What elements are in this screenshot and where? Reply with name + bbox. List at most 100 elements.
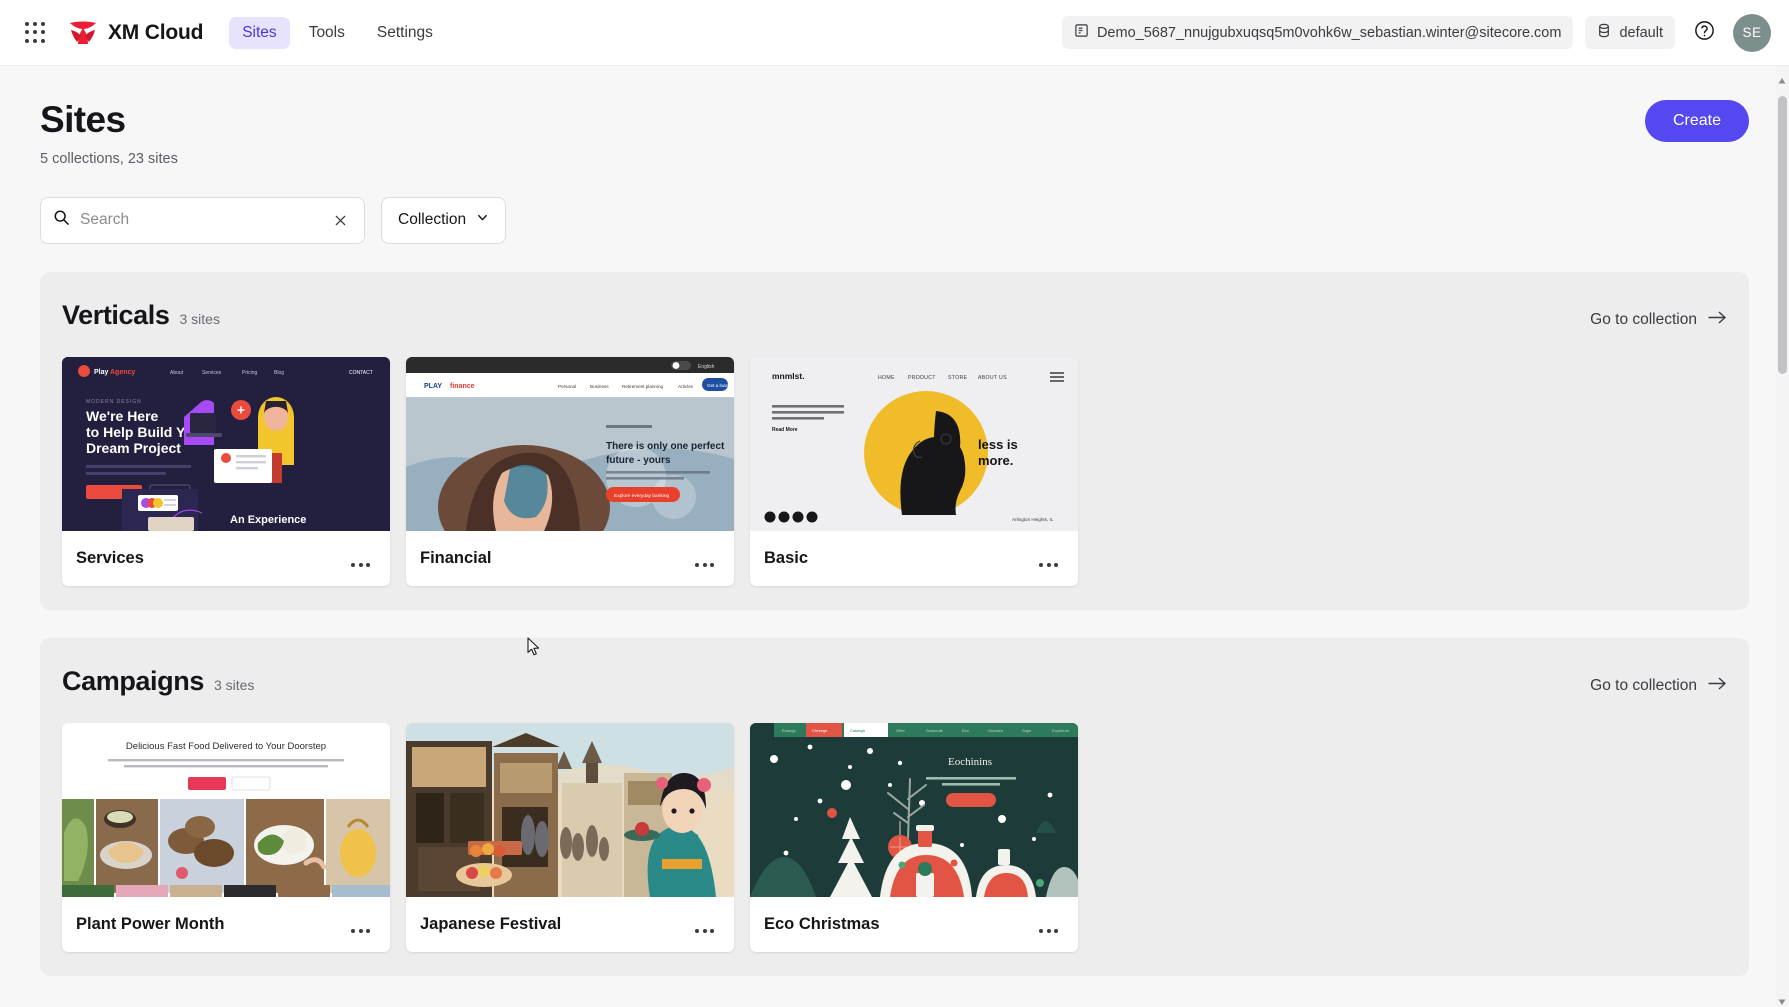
svg-text:Business: Business: [590, 384, 609, 389]
create-button[interactable]: Create: [1645, 100, 1749, 142]
svg-text:Retirement planning: Retirement planning: [622, 384, 664, 389]
nav-tab-settings[interactable]: Settings: [364, 17, 446, 49]
collection-section-verticals: Verticals 3 sites Go to collection: [40, 272, 1749, 610]
page-body: Sites 5 collections, 23 sites Create: [0, 66, 1789, 1007]
svg-text:Agency: Agency: [110, 369, 135, 376]
site-card-services[interactable]: Play Agency About Services Pricing Blog …: [62, 357, 390, 586]
svg-text:Delicious Fast Food Delivered: Delicious Fast Food Delivered to Your Do…: [126, 741, 326, 752]
svg-text:future - yours: future - yours: [606, 455, 671, 466]
close-icon[interactable]: [329, 209, 352, 232]
svg-text:An Experience: An Experience: [230, 514, 306, 526]
brand-name: XM Cloud: [108, 21, 203, 45]
svg-text:Get a loan: Get a loan: [707, 383, 729, 388]
sitecore-logo-icon: [68, 20, 98, 46]
more-options-icon[interactable]: [1033, 557, 1064, 573]
svg-text:Chreege: Chreege: [812, 728, 828, 733]
site-card-title: Japanese Festival: [420, 915, 561, 934]
svg-text:Explore everyday banking: Explore everyday banking: [614, 493, 670, 499]
svg-text:more.: more.: [978, 453, 1013, 468]
svg-text:Sope: Sope: [1022, 728, 1032, 733]
svg-text:Arlington Heights, IL: Arlington Heights, IL: [1012, 517, 1054, 522]
svg-text:less is: less is: [978, 437, 1018, 452]
more-options-icon[interactable]: [345, 557, 376, 573]
site-card-eco-christmas[interactable]: EoaegsChreege CataeghOffer SedocuteEco G…: [750, 723, 1078, 952]
page-header: Sites 5 collections, 23 sites Create: [40, 100, 1749, 167]
nav-tab-tools[interactable]: Tools: [296, 17, 358, 49]
site-card-plant-power-month[interactable]: Delicious Fast Food Delivered to Your Do…: [62, 723, 390, 952]
svg-text:mnmlst.: mnmlst.: [772, 371, 805, 381]
go-to-collection-label: Go to collection: [1590, 311, 1697, 329]
user-avatar[interactable]: SE: [1733, 14, 1771, 52]
arrow-right-icon: [1708, 676, 1727, 696]
svg-text:English: English: [698, 364, 715, 370]
environment-selector[interactable]: Demo_5687_nnujgubxuqsq5m0vohk6w_sebastia…: [1062, 16, 1574, 49]
help-button[interactable]: [1687, 16, 1721, 50]
site-card-footer: Plant Power Month: [62, 897, 390, 952]
site-card-footer: Services: [62, 531, 390, 586]
svg-text:Blog: Blog: [274, 370, 284, 376]
site-card-japanese-festival[interactable]: Japanese Festival: [406, 723, 734, 952]
collection-header: Campaigns 3 sites Go to collection: [62, 666, 1727, 697]
svg-text:Eco: Eco: [962, 728, 970, 733]
top-bar-right-group: Demo_5687_nnujgubxuqsq5m0vohk6w_sebastia…: [1062, 14, 1771, 52]
search-box[interactable]: [40, 197, 365, 244]
environment-name: Demo_5687_nnujgubxuqsq5m0vohk6w_sebastia…: [1097, 25, 1562, 41]
svg-text:Offer: Offer: [896, 728, 905, 733]
site-card-footer: Basic: [750, 531, 1078, 586]
collection-filter-label: Collection: [398, 211, 466, 229]
svg-text:Pricing: Pricing: [242, 370, 258, 376]
svg-text:HOME: HOME: [878, 375, 895, 381]
svg-text:Sedocute: Sedocute: [926, 728, 944, 733]
site-thumbnail-financial: English PLAY finance Personal Business R…: [406, 357, 734, 531]
svg-text:Dream Project: Dream Project: [86, 440, 181, 456]
site-card-title: Services: [76, 549, 144, 568]
svg-text:There is only one perfect: There is only one perfect: [606, 441, 725, 452]
more-options-icon[interactable]: [345, 923, 376, 939]
svg-text:Personal: Personal: [558, 384, 576, 389]
svg-text:We're Here: We're Here: [86, 408, 159, 424]
more-options-icon[interactable]: [689, 923, 720, 939]
go-to-collection-link-campaigns[interactable]: Go to collection: [1590, 676, 1727, 696]
site-card-footer: Japanese Festival: [406, 897, 734, 952]
svg-text:finance: finance: [450, 383, 475, 390]
brand-home-link[interactable]: XM Cloud: [68, 20, 203, 46]
database-icon: [1597, 23, 1611, 42]
database-name: default: [1619, 25, 1663, 41]
svg-text:Explorum: Explorum: [1052, 728, 1070, 733]
site-card-financial[interactable]: English PLAY finance Personal Business R…: [406, 357, 734, 586]
top-navigation-bar: XM Cloud Sites Tools Settings Demo_5687_…: [0, 0, 1789, 66]
scroll-up-arrow-icon[interactable]: [1778, 72, 1786, 80]
more-options-icon[interactable]: [689, 557, 720, 573]
vertical-scrollbar[interactable]: [1776, 66, 1789, 1007]
nav-tab-sites[interactable]: Sites: [229, 17, 289, 49]
site-card-basic[interactable]: mnmlst. HOME PRODUCT STORE ABOUT US: [750, 357, 1078, 586]
app-switcher-icon[interactable]: [18, 16, 52, 50]
go-to-collection-link-verticals[interactable]: Go to collection: [1590, 310, 1727, 330]
main-nav-tabs: Sites Tools Settings: [229, 17, 446, 49]
search-input[interactable]: [80, 211, 319, 229]
page-subtitle: 5 collections, 23 sites: [40, 151, 178, 167]
site-card-title: Plant Power Month: [76, 915, 225, 934]
site-card-footer: Eco Christmas: [750, 897, 1078, 952]
svg-text:Play: Play: [94, 369, 109, 376]
filters-row: Collection: [40, 197, 1749, 244]
server-icon: [1074, 23, 1089, 42]
scrollbar-thumb[interactable]: [1778, 96, 1787, 374]
svg-text:Eoaegs: Eoaegs: [782, 728, 796, 733]
more-options-icon[interactable]: [1033, 923, 1064, 939]
svg-text:PLAY: PLAY: [424, 383, 442, 390]
scroll-down-arrow-icon[interactable]: [1778, 993, 1786, 1001]
svg-text:Cataegh: Cataegh: [850, 728, 865, 733]
collection-name: Campaigns: [62, 666, 204, 697]
collection-filter-button[interactable]: Collection: [381, 197, 506, 244]
site-thumbnail-eco-christmas: EoaegsChreege CataeghOffer SedocuteEco G…: [750, 723, 1078, 897]
search-icon: [53, 209, 70, 231]
site-card-title: Basic: [764, 549, 808, 568]
svg-text:About: About: [170, 370, 184, 376]
help-circle-icon: [1693, 19, 1716, 47]
svg-text:ABOUT US: ABOUT US: [978, 375, 1007, 381]
database-selector[interactable]: default: [1585, 16, 1675, 49]
site-thumbnail-japanese-festival: [406, 723, 734, 897]
collection-site-count: 3 sites: [180, 311, 220, 327]
collection-section-campaigns: Campaigns 3 sites Go to collection: [40, 638, 1749, 976]
